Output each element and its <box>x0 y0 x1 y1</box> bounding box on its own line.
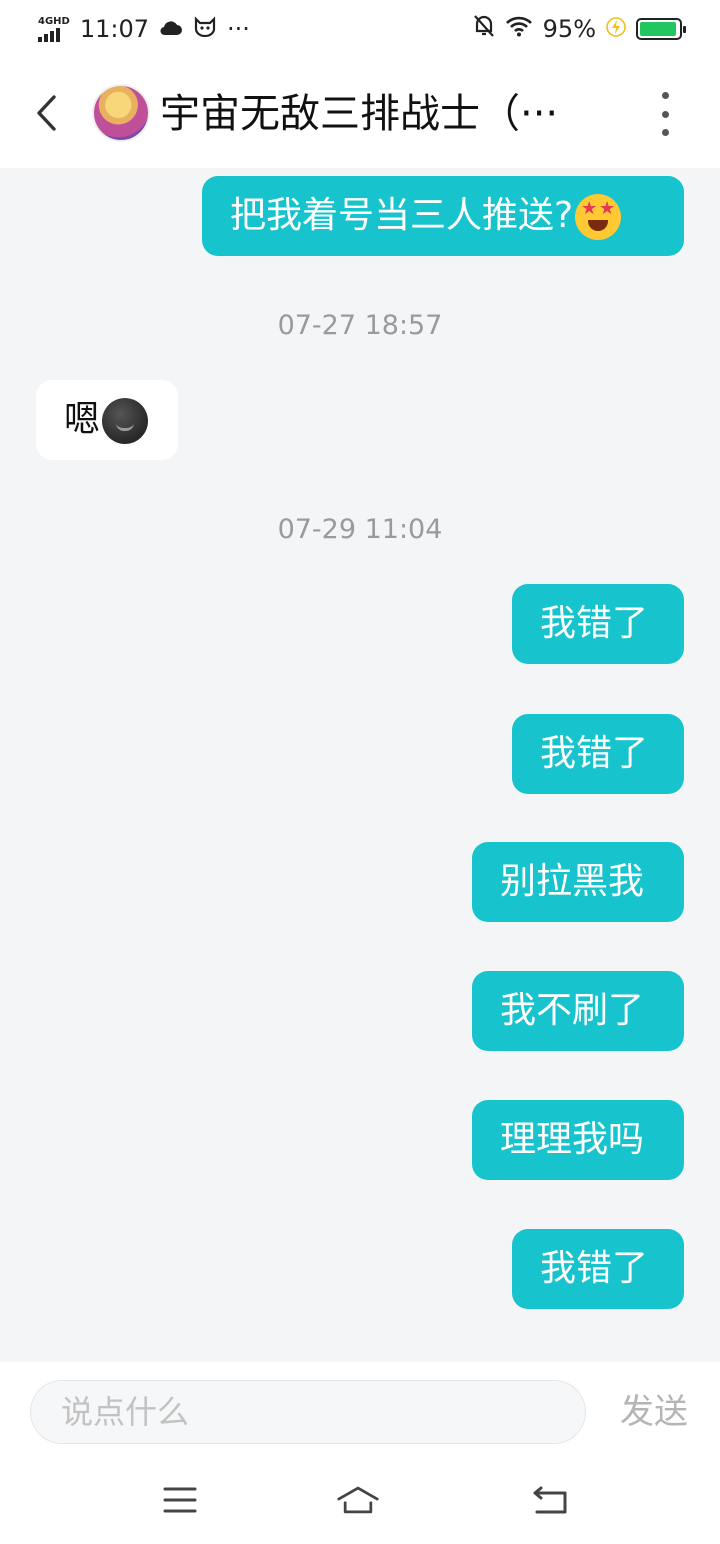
message-bubble-mine[interactable]: 我错了 <box>512 714 684 794</box>
message-bubble-mine[interactable]: 我不刷了 <box>472 971 684 1051</box>
status-bar: 4GHD 11:07 ··· 95% <box>0 0 720 58</box>
message-bubble-mine[interactable]: 理理我吗 <box>472 1100 684 1180</box>
status-time: 11:07 <box>79 15 150 43</box>
mute-bell-icon <box>473 14 495 44</box>
battery-percent: 95% <box>542 15 596 43</box>
message-text: 嗯 <box>64 399 101 440</box>
wifi-icon <box>505 15 533 43</box>
message-bubble-mine[interactable]: 别拉黑我 <box>472 842 684 922</box>
message-bubble-theirs[interactable]: 嗯 <box>36 380 178 460</box>
cat-icon <box>193 15 217 43</box>
return-button[interactable] <box>528 1480 572 1520</box>
status-right: 95% <box>473 14 686 44</box>
home-button[interactable] <box>336 1480 380 1520</box>
network-type: 4GHD <box>38 15 70 27</box>
vertical-dots-icon <box>661 92 669 99</box>
return-icon <box>533 1486 567 1514</box>
menu-button[interactable] <box>158 1480 202 1520</box>
home-icon <box>337 1486 379 1514</box>
message-bubble-mine[interactable]: 我错了 <box>512 584 684 664</box>
new-moon-face-emoji <box>102 398 149 444</box>
message-text: 把我着号当三人推送? <box>230 195 574 236</box>
more-dots-icon: ··· <box>227 15 250 43</box>
system-nav-bar <box>0 1462 720 1544</box>
menu-icon <box>163 1487 197 1513</box>
message-bubble-mine[interactable]: 把我着号当三人推送? <box>202 176 684 256</box>
message-bubble-mine[interactable]: 我错了 <box>512 1229 684 1309</box>
input-bar: 发送 <box>0 1362 720 1462</box>
battery-icon <box>636 18 686 40</box>
chevron-left-icon <box>37 95 56 131</box>
chat-header: 宇宙无敌三排战士（··· <box>0 58 720 168</box>
message-input[interactable] <box>30 1380 586 1444</box>
signal-icon: 4GHD <box>38 15 70 42</box>
timestamp: 07-29 11:04 <box>277 514 443 545</box>
status-left: 4GHD 11:07 ··· <box>38 15 250 43</box>
send-button[interactable]: 发送 <box>612 1388 696 1436</box>
chat-title[interactable]: 宇宙无敌三排战士（··· <box>160 86 610 142</box>
back-button[interactable] <box>28 92 64 134</box>
charging-icon <box>606 15 626 43</box>
timestamp: 07-27 18:57 <box>277 310 443 341</box>
more-options-button[interactable] <box>650 92 680 136</box>
avatar[interactable] <box>92 84 150 142</box>
cloud-icon <box>159 15 183 43</box>
star-struck-emoji <box>575 194 622 240</box>
